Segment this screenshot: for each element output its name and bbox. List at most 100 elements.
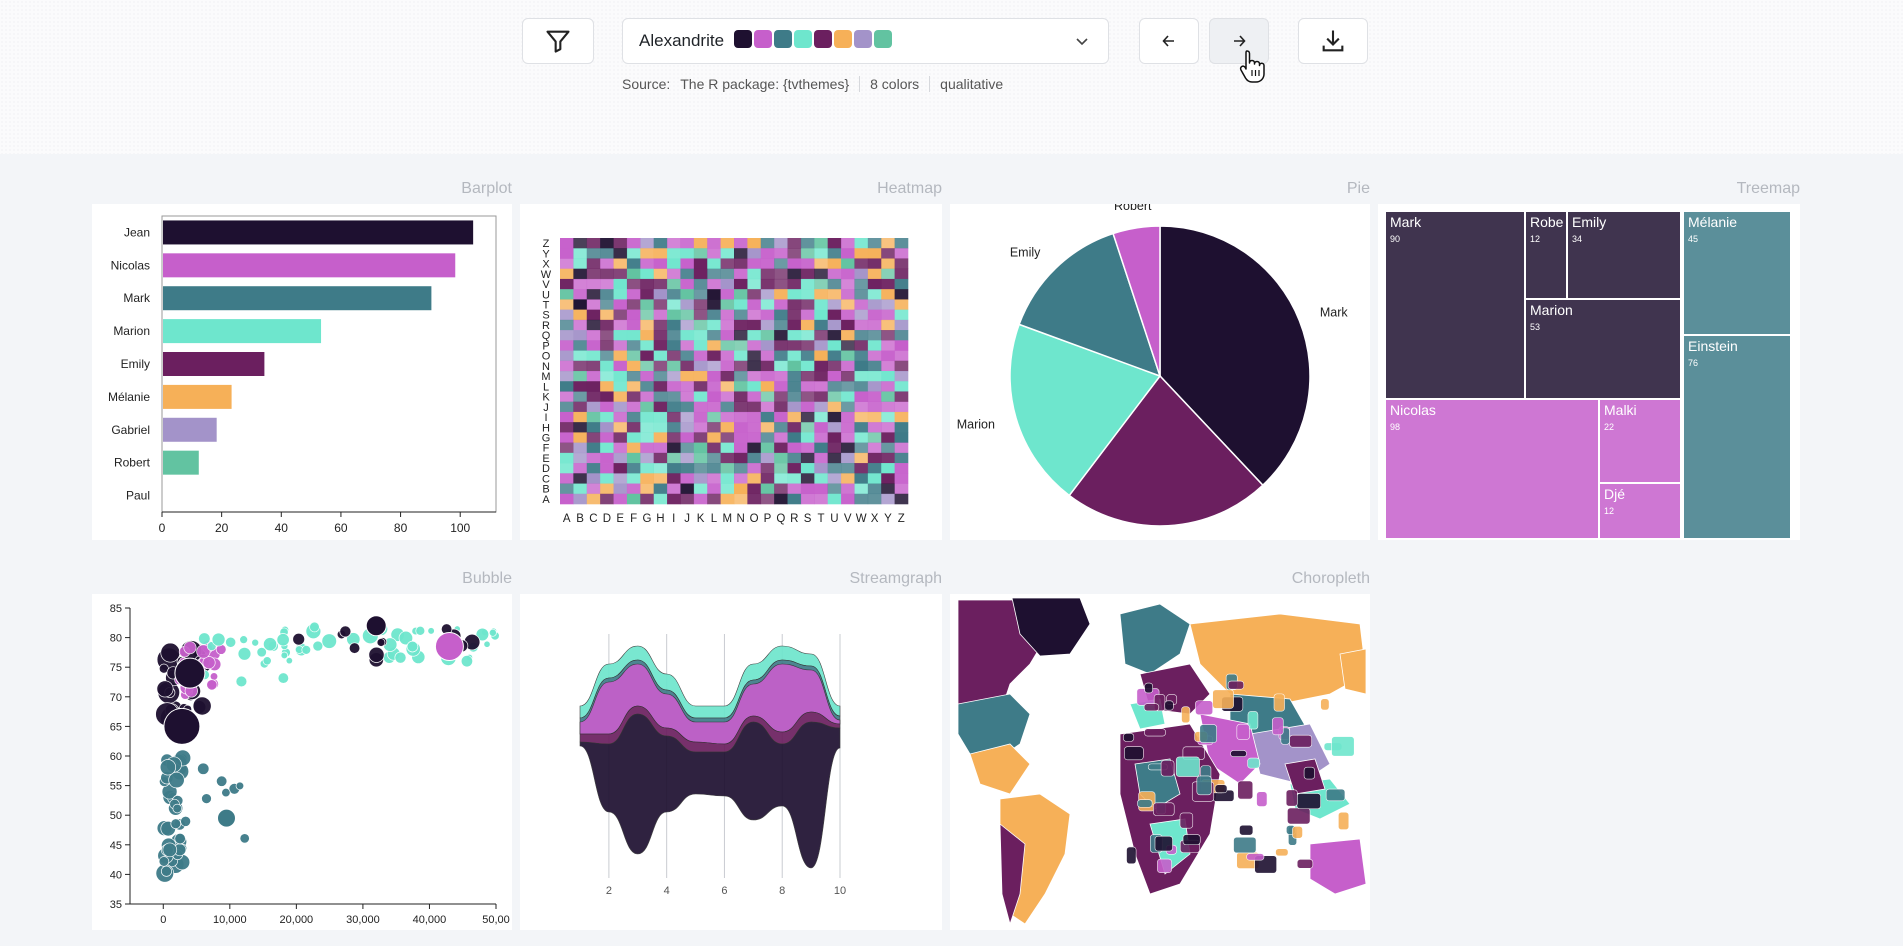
heatmap-cell bbox=[586, 248, 601, 259]
y-tick-label: 60 bbox=[110, 751, 122, 763]
heatmap-cell bbox=[640, 299, 654, 310]
heatmap-cell bbox=[867, 360, 882, 372]
heatmap-cell bbox=[667, 289, 681, 300]
x-label: G bbox=[643, 513, 652, 525]
heatmap-cell bbox=[586, 350, 601, 362]
heatmap-cell bbox=[734, 432, 748, 443]
country-region bbox=[1179, 812, 1194, 829]
heatmap-cell bbox=[841, 350, 855, 362]
heatmap-cell bbox=[760, 371, 775, 382]
heatmap-cell bbox=[841, 340, 855, 351]
heatmap-cell bbox=[747, 360, 762, 372]
heatmap-cell bbox=[600, 463, 614, 474]
heatmap-cell bbox=[854, 493, 869, 505]
heatmap-cell bbox=[854, 401, 869, 413]
heatmap-cell bbox=[760, 463, 775, 474]
y-label: K bbox=[542, 392, 550, 404]
y-label: S bbox=[542, 310, 549, 322]
heatmap-cell bbox=[881, 340, 895, 351]
country-region bbox=[1143, 703, 1160, 712]
heatmap-cell bbox=[881, 411, 895, 423]
heatmap-cell bbox=[894, 248, 909, 259]
heatmap-cell bbox=[760, 330, 775, 341]
heatmap-cell bbox=[573, 411, 588, 423]
bubble bbox=[251, 638, 260, 647]
pie-label: Mark bbox=[1320, 306, 1349, 320]
heatmap-cell bbox=[774, 411, 788, 423]
chart-gallery: Barplot Heatmap Pie Treemap Bubble Strea… bbox=[0, 154, 1903, 946]
heatmap-cell bbox=[680, 238, 695, 249]
heatmap-cell bbox=[640, 432, 654, 443]
y-label: Q bbox=[542, 330, 551, 342]
heatmap-cell bbox=[854, 442, 869, 454]
heatmap-cell bbox=[894, 422, 909, 433]
heatmap-cell bbox=[640, 371, 654, 382]
heatmap-cell bbox=[707, 452, 721, 464]
bubble bbox=[183, 641, 197, 655]
heatmap-cell bbox=[747, 473, 762, 484]
heatmap-cell bbox=[760, 258, 775, 269]
heatmap-cell bbox=[827, 391, 842, 402]
bubble bbox=[160, 865, 172, 877]
heatmap-cell bbox=[693, 391, 708, 402]
heatmap-cell bbox=[800, 432, 815, 443]
heatmap-cell bbox=[560, 340, 574, 351]
heatmap-cell bbox=[867, 309, 882, 321]
heatmap-cell bbox=[841, 248, 855, 259]
bar-marion bbox=[163, 319, 322, 344]
heatmap-cell bbox=[774, 278, 788, 290]
heatmap-cell bbox=[573, 319, 588, 331]
heatmap-cell bbox=[894, 299, 909, 310]
heatmap-cell bbox=[854, 483, 869, 495]
palette-swatch bbox=[794, 29, 813, 48]
heatmap-cell bbox=[881, 401, 895, 413]
previous-palette-button[interactable] bbox=[1139, 18, 1199, 64]
bubble bbox=[312, 640, 324, 652]
heatmap-cell bbox=[774, 289, 788, 300]
heatmap-cell bbox=[560, 371, 574, 382]
heatmap-cell bbox=[787, 289, 802, 300]
heatmap-cell bbox=[814, 278, 828, 290]
filter-button[interactable] bbox=[522, 18, 594, 64]
heatmap-cell bbox=[667, 442, 681, 454]
heatmap-cell bbox=[693, 422, 708, 433]
bubble bbox=[198, 632, 211, 645]
heatmap-cell bbox=[894, 238, 909, 249]
heatmap-cell bbox=[734, 411, 748, 423]
x-tick-label: 20,000 bbox=[280, 914, 314, 926]
heatmap-cell bbox=[867, 452, 882, 464]
palette-select[interactable]: Alexandrite bbox=[622, 18, 1109, 64]
bubble bbox=[209, 672, 219, 681]
heatmap-cell bbox=[626, 278, 641, 290]
country-region bbox=[1164, 700, 1174, 711]
heatmap-cell bbox=[573, 371, 588, 382]
heatmap-cell bbox=[854, 248, 869, 259]
heatmap-cell bbox=[613, 258, 628, 269]
heatmap-cell bbox=[760, 442, 775, 454]
heatmap-cell bbox=[734, 299, 748, 310]
heatmap-cell bbox=[800, 422, 815, 433]
heatmap-cell bbox=[747, 330, 762, 341]
y-label: I bbox=[544, 412, 547, 424]
heatmap-cell bbox=[693, 340, 708, 351]
download-button[interactable] bbox=[1298, 18, 1368, 64]
x-tick-label: 2 bbox=[606, 885, 612, 897]
country-region bbox=[1157, 858, 1172, 873]
x-label: C bbox=[589, 513, 597, 525]
heatmap-cell bbox=[894, 401, 909, 413]
bar-label: Mélanie bbox=[108, 390, 150, 404]
heatmap-cell bbox=[653, 350, 668, 362]
heatmap-cell bbox=[586, 401, 601, 413]
bubble bbox=[280, 651, 289, 660]
heatmap-cell bbox=[774, 330, 788, 341]
heatmap-cell bbox=[680, 483, 695, 495]
heatmap-cell bbox=[734, 258, 748, 269]
heatmap-cell bbox=[827, 493, 842, 505]
heatmap-cell bbox=[640, 422, 654, 433]
bar-label: Mark bbox=[123, 291, 151, 305]
heatmap-cell bbox=[680, 268, 695, 280]
heatmap-cell bbox=[693, 493, 708, 505]
heatmap-cell bbox=[894, 350, 909, 362]
heatmap-cell bbox=[747, 381, 762, 392]
heatmap-cell bbox=[867, 442, 882, 454]
